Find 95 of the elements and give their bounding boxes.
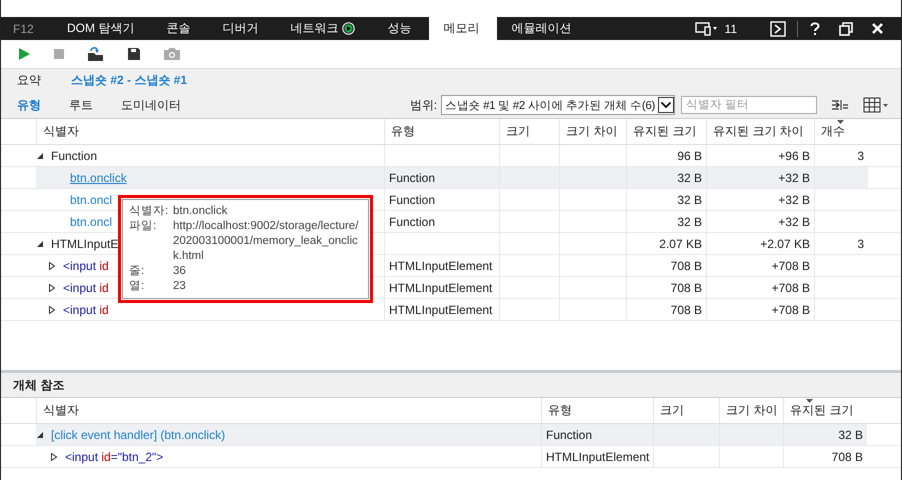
retained-size-text: 708 B	[670, 258, 702, 272]
tab[interactable]: 콘솔	[152, 17, 208, 40]
retained-size-text: 708 B	[670, 302, 702, 316]
tab[interactable]: 에뮬레이션	[497, 17, 590, 40]
column-header[interactable]: 크기	[499, 119, 559, 144]
retained-size-diff-text: +32 B	[778, 192, 810, 206]
element-tag: <input id	[63, 258, 109, 272]
snapshot-comparison-link[interactable]: 스냅숏 #2 - 스냅숏 #1	[71, 72, 188, 89]
collapse-icon[interactable]	[831, 99, 849, 111]
tooltip-value: 36	[173, 264, 187, 279]
help-icon[interactable]	[809, 20, 821, 36]
expand-arrow-icon[interactable]	[36, 240, 44, 248]
tab[interactable]: 네트워크	[276, 17, 374, 40]
retained-size-text: 708 B	[832, 450, 863, 464]
retained-size-text: 32 B	[677, 192, 702, 206]
identifier-filter-field[interactable]: 식별자 필터	[681, 96, 817, 114]
tooltip-label: 파일:	[129, 219, 158, 234]
type-text: HTMLInputElement	[389, 258, 492, 272]
f12-label: F12	[12, 22, 35, 36]
play-icon[interactable]	[17, 47, 31, 61]
column-header[interactable]: 유지된 크기 차이	[706, 119, 814, 144]
close-icon[interactable]	[871, 22, 884, 35]
element-tag: <input id="btn_2">	[65, 450, 164, 464]
type-text: Function	[389, 192, 436, 206]
chevron-down-icon	[658, 97, 674, 113]
retained-size-diff-text: +32 B	[778, 214, 810, 228]
retained-size-text: 96 B	[677, 148, 702, 162]
columns-menu-icon[interactable]	[863, 97, 889, 113]
retained-size-text: 32 B	[677, 214, 702, 228]
expand-arrow-icon[interactable]	[48, 284, 56, 292]
function-link[interactable]: btn.onclick	[70, 170, 127, 184]
retained-size-text: 708 B	[670, 280, 702, 294]
tab[interactable]: 성능	[373, 17, 430, 40]
view-tab[interactable]: 도미네이터	[121, 96, 181, 114]
view-tab[interactable]: 유형	[17, 96, 41, 114]
retained-size-diff-text: +96 B	[778, 148, 810, 162]
expand-arrow-icon[interactable]	[36, 430, 44, 438]
save-icon[interactable]	[127, 47, 141, 61]
scope-label: 범위:	[410, 96, 438, 114]
retained-size-text: 32 B	[677, 170, 702, 184]
tab[interactable]: DOM 탐색기	[53, 17, 152, 40]
tooltip-value: 23	[173, 279, 187, 294]
retained-size-diff-text: +708 B	[772, 258, 810, 272]
column-header[interactable]: 식별자	[36, 119, 384, 144]
group-name: HTMLInputE	[51, 236, 118, 250]
sort-icon	[806, 399, 813, 403]
column-header[interactable]: 유형	[384, 119, 499, 144]
retained-size-diff-text: +708 B	[772, 280, 810, 294]
retained-size-text: 2.07 KB	[659, 236, 702, 250]
panel-title: 개체 참조	[1, 373, 901, 397]
column-header[interactable]: 크기	[653, 398, 719, 423]
expand-arrow-icon[interactable]	[50, 452, 58, 460]
expand-arrow-icon[interactable]	[36, 152, 44, 160]
function-link[interactable]: btn.oncl	[70, 192, 112, 206]
expand-arrow-icon[interactable]	[48, 262, 56, 270]
group-name: Function	[51, 148, 98, 162]
column-header[interactable]: 개수	[814, 119, 868, 144]
element-tag: <input id	[63, 280, 109, 294]
column-header[interactable]: 식별자	[36, 398, 541, 423]
column-header[interactable]: 크기 차이	[719, 398, 783, 423]
column-header[interactable]: 크기 차이	[559, 119, 626, 144]
tooltip-label: 열:	[129, 279, 146, 294]
count-text: 3	[857, 148, 864, 162]
element-tag: <input id	[63, 302, 109, 316]
device-target-button[interactable]: 11	[688, 20, 743, 36]
tab[interactable]: 디버거	[208, 17, 276, 40]
count-text: 3	[857, 236, 864, 250]
type-text: Function	[389, 214, 436, 228]
type-text: HTMLInputElement	[546, 450, 650, 464]
retained-size-diff-text: +2.07 KB	[760, 236, 810, 250]
summary-label: 요약	[17, 72, 41, 89]
table-row[interactable]: <input id="btn_2"> HTMLInputElement 708 B	[1, 446, 901, 468]
column-header[interactable]: 유지된 크기	[626, 119, 706, 144]
restore-icon[interactable]	[839, 22, 853, 36]
retained-size-diff-text: +708 B	[772, 302, 810, 316]
expand-arrow-icon[interactable]	[48, 306, 56, 314]
play-icon	[342, 22, 356, 35]
column-header[interactable]: 유형	[541, 398, 653, 423]
scope-dropdown[interactable]: 스냅숏 #1 및 #2 사이에 추가된 개체 수(6)	[441, 95, 675, 115]
devices-icon	[694, 22, 719, 36]
type-text: Function	[389, 170, 436, 184]
import-icon[interactable]	[87, 46, 105, 62]
type-text: Function	[546, 428, 592, 442]
tab[interactable]: 메모리	[429, 17, 498, 40]
column-header[interactable]: 유지된 크기	[783, 398, 867, 423]
type-text: HTMLInputElement	[389, 302, 492, 316]
sort-icon	[837, 120, 844, 124]
tooltip-label: 줄:	[129, 264, 146, 279]
retained-size-text: 32 B	[838, 428, 863, 442]
table-row[interactable]: btn.onclick Function 32 B +32 B	[1, 167, 901, 189]
view-tab[interactable]: 루트	[69, 96, 93, 114]
type-text: HTMLInputElement	[389, 280, 492, 294]
retained-size-diff-text: +32 B	[778, 170, 810, 184]
function-link[interactable]: btn.oncl	[70, 214, 112, 228]
console-icon[interactable]	[770, 20, 786, 36]
